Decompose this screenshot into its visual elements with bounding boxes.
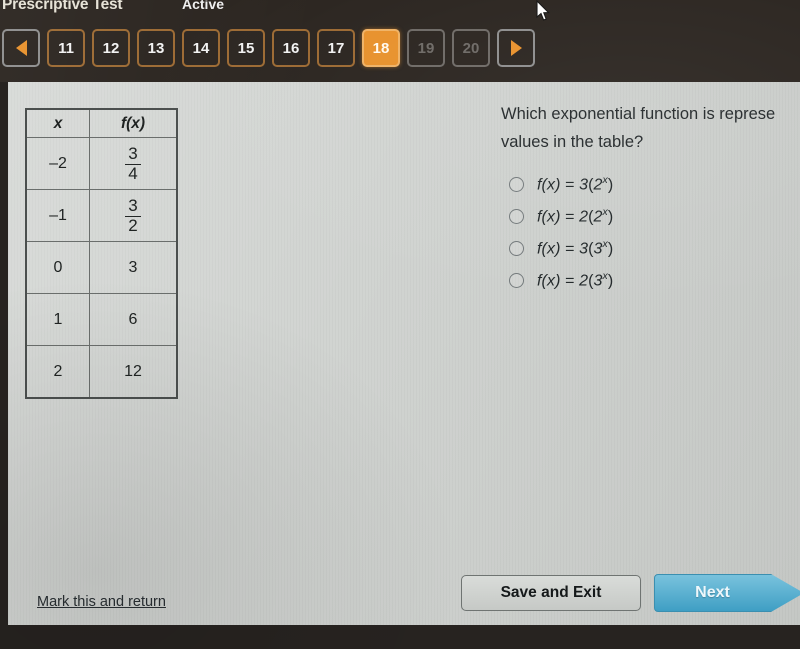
table-row: 2 12 [25,345,178,399]
answer-choice-c-label: f(x) = 3(3x) [537,237,614,258]
answer-choice-d-label: f(x) = 2(3x) [537,269,614,290]
question-pager: 11 12 13 14 15 16 17 18 19 20 [2,25,535,71]
cell-fx-4: 12 [89,345,178,399]
pager-item-14[interactable]: 14 [182,29,220,67]
next-button[interactable]: Next [654,574,800,612]
chevron-right-icon [510,40,522,56]
cell-fx-3: 6 [89,293,178,346]
cell-x-1: –1 [25,189,90,242]
top-navigation-bar: Prescriptive Test Active 11 12 13 14 15 … [0,0,800,82]
cell-fx-1: 3 2 [89,189,178,242]
fraction-denominator: 4 [125,163,141,182]
fraction-denominator: 2 [125,215,141,234]
next-button-label: Next [695,584,730,601]
answer-choice-a-label: f(x) = 3(2x) [537,173,614,194]
table-row: 1 6 [25,293,178,346]
table-header-fx: f(x) [89,108,178,138]
chevron-left-icon [15,40,27,56]
answer-choice-d[interactable]: f(x) = 2(3x) [509,264,613,296]
save-and-exit-button[interactable]: Save and Exit [461,575,641,611]
pager-item-18-current[interactable]: 18 [362,29,400,67]
table-header-row: x f(x) [25,108,178,138]
fraction: 3 2 [125,196,141,234]
question-line-1: Which exponential function is represe [501,105,776,123]
table-row: –2 3 4 [25,137,178,190]
question-prompt: Which exponential function is represe va… [501,100,800,156]
cell-x-2: 0 [25,241,90,294]
question-line-2: values in the table? [501,133,644,151]
pager-item-15[interactable]: 15 [227,29,265,67]
answer-choice-b[interactable]: f(x) = 2(2x) [509,200,613,232]
answer-choice-b-label: f(x) = 2(2x) [537,205,614,226]
pager-item-11[interactable]: 11 [47,29,85,67]
cell-fx-0: 3 4 [89,137,178,190]
radio-button-b[interactable] [509,208,524,224]
pager-item-12[interactable]: 12 [92,29,130,67]
status-badge: Active [182,0,225,12]
fraction-numerator: 3 [128,196,138,216]
cell-x-3: 1 [25,293,90,346]
fraction-numerator: 3 [128,144,138,164]
cell-x-4: 2 [25,345,90,399]
answer-choice-a[interactable]: f(x) = 3(2x) [509,168,613,200]
radio-button-d[interactable] [509,272,524,288]
cell-x-0: –2 [25,137,90,190]
pager-item-19-disabled: 19 [407,29,445,67]
cell-fx-2: 3 [89,241,178,294]
answer-choice-list: f(x) = 3(2x) f(x) = 2(2x) f(x) = 3(3x) f… [509,168,613,296]
table-row: 0 3 [25,241,178,294]
answer-choice-c[interactable]: f(x) = 3(3x) [509,232,613,264]
mark-this-and-return-link[interactable]: Mark this and return [37,594,166,610]
table-header-x: x [25,108,90,138]
radio-button-c[interactable] [509,240,524,256]
question-content-page: x f(x) –2 3 4 –1 3 2 0 3 1 6 2 12 Which … [8,82,800,625]
table-row: –1 3 2 [25,189,178,242]
pager-item-16[interactable]: 16 [272,29,310,67]
radio-button-a[interactable] [509,176,524,192]
pager-prev-button[interactable] [2,29,40,67]
fraction: 3 4 [125,144,141,182]
pager-next-button[interactable] [497,29,535,67]
pager-item-20-disabled: 20 [452,29,490,67]
pager-item-13[interactable]: 13 [137,29,175,67]
pager-item-17[interactable]: 17 [317,29,355,67]
page-title: Prescriptive Test [2,0,123,13]
screen-area: Prescriptive Test Active 11 12 13 14 15 … [0,0,800,649]
values-table: x f(x) –2 3 4 –1 3 2 0 3 1 6 2 12 [25,108,178,399]
